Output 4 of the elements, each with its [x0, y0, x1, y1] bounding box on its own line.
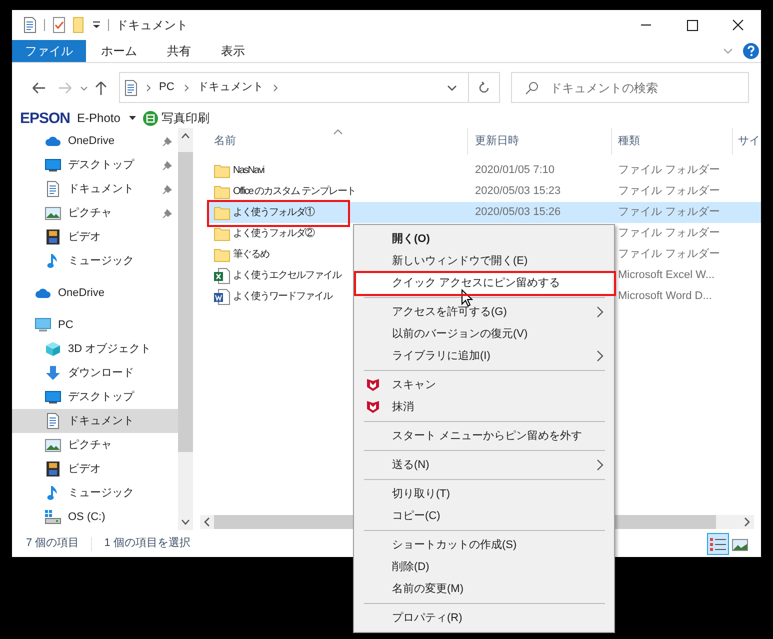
status-text: 7 個の項目 [26, 536, 80, 552]
window-title: ドキュメント [116, 17, 188, 34]
brand-logo: EPSON [20, 110, 70, 126]
status-text: 1 個の項目を選択 [104, 536, 190, 552]
